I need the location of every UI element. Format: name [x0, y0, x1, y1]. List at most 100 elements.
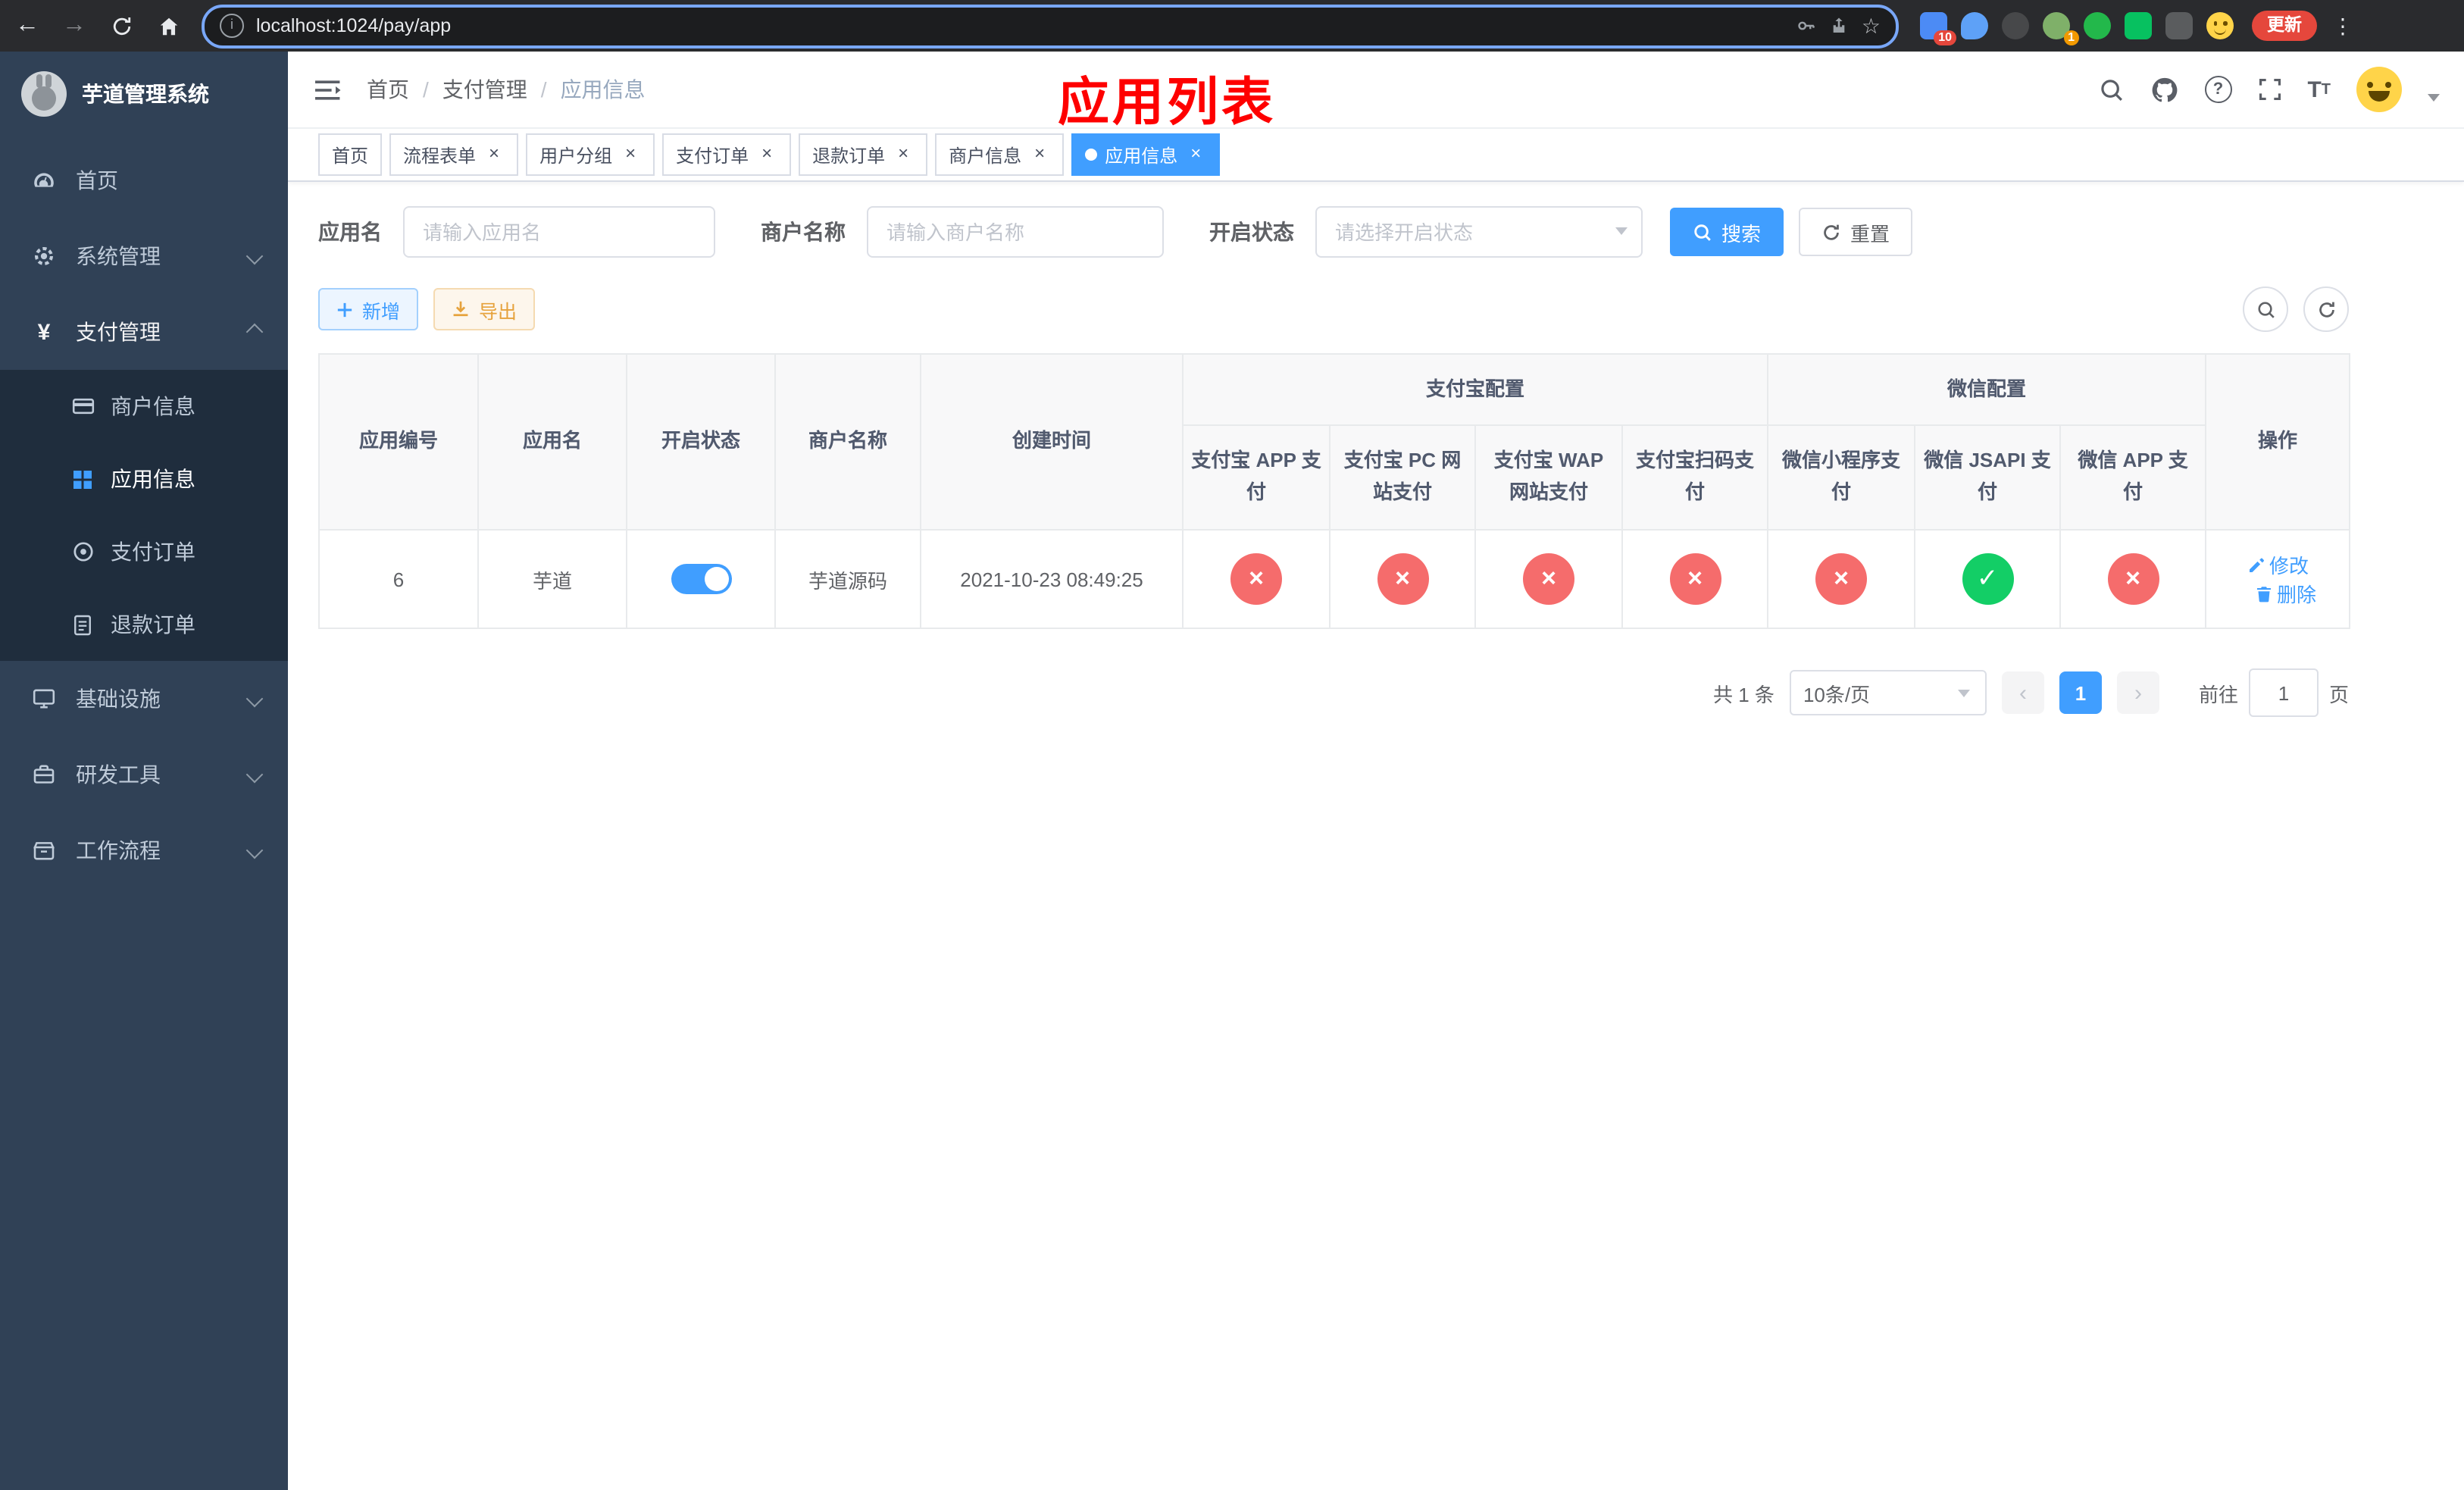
tab-close-icon[interactable] [620, 144, 641, 165]
config-disabled-icon [1523, 553, 1574, 605]
breadcrumb-separator: / [423, 77, 429, 102]
refresh-icon[interactable] [102, 6, 141, 45]
app-name-input[interactable] [403, 206, 715, 258]
config-disabled-icon [2107, 553, 2159, 605]
password-key-icon[interactable] [1796, 15, 1818, 36]
tab-close-icon[interactable] [483, 144, 505, 165]
sidebar-item-refund-orders[interactable]: 退款订单 [0, 588, 288, 661]
share-icon[interactable] [1830, 15, 1850, 36]
status-select-input[interactable] [1315, 206, 1643, 258]
chevron-down-icon [245, 765, 264, 784]
extension-dark-icon[interactable] [2002, 12, 2029, 39]
page-number-button[interactable]: 1 [2059, 671, 2102, 714]
cell-alipay-wap [1474, 529, 1623, 629]
sidebar-item-app-info[interactable]: 应用信息 [0, 443, 288, 515]
tab-user-group[interactable]: 用户分组 [526, 133, 655, 176]
user-avatar[interactable] [2356, 67, 2402, 112]
tab-close-icon[interactable] [893, 144, 914, 165]
extension-avatar-icon[interactable]: 1 [2043, 12, 2079, 45]
sidebar-item-workflow[interactable]: 工作流程 [0, 812, 288, 888]
tab-close-icon[interactable] [756, 144, 777, 165]
page-content: 应用名 商户名称 开启状态 搜索 重置 [288, 182, 2379, 717]
breadcrumb-payment[interactable]: 支付管理 [442, 74, 527, 105]
github-icon[interactable] [2150, 75, 2178, 104]
group-header-wechat: 微信配置 [1767, 353, 2207, 426]
sidebar-item-infrastructure[interactable]: 基础设施 [0, 661, 288, 737]
col-header-status: 开启状态 [626, 353, 776, 531]
breadcrumb-home[interactable]: 首页 [367, 74, 409, 105]
site-info-icon[interactable]: i [220, 14, 244, 38]
url-text[interactable]: localhost:1024/pay/app [256, 15, 1784, 36]
extension-chat-icon[interactable] [2125, 12, 2152, 39]
table-row: 6 芋道 芋道源码 2021-10-23 08:49:25 × × × × × … [318, 529, 2351, 629]
refresh-table-icon[interactable] [2303, 286, 2349, 332]
tab-close-icon[interactable] [1185, 144, 1206, 165]
tab-label: 流程表单 [403, 145, 477, 166]
cell-app-name: 芋道 [477, 529, 627, 629]
extension-emoji-icon[interactable] [2206, 12, 2234, 39]
tab-label: 支付订单 [676, 145, 749, 166]
filter-form: 应用名 商户名称 开启状态 搜索 重置 [318, 206, 2379, 258]
tab-merchant-info[interactable]: 商户信息 [935, 133, 1065, 176]
export-button[interactable]: 导出 [433, 288, 536, 330]
fullscreen-icon[interactable] [2257, 77, 2281, 102]
address-bar[interactable]: i localhost:1024/pay/app ☆ [202, 4, 1899, 48]
chrome-update-button[interactable]: 更新 [2252, 11, 2317, 41]
tab-close-icon[interactable] [1029, 144, 1050, 165]
bookmark-star-icon[interactable]: ☆ [1862, 13, 1881, 39]
help-icon[interactable]: ? [2204, 76, 2232, 103]
app-title: 芋道管理系统 [82, 82, 209, 106]
col-header-app-name: 应用名 [477, 353, 627, 531]
sidebar-item-system[interactable]: 系统管理 [0, 218, 288, 294]
status-toggle[interactable] [671, 564, 731, 594]
sidebar-item-label: 应用信息 [111, 467, 195, 491]
toolbox-icon [30, 762, 58, 787]
page-size-select[interactable]: 10条/页 [1789, 670, 1987, 715]
cell-wechat-app [2059, 529, 2207, 629]
back-icon[interactable]: ← [8, 6, 47, 45]
sidebar-item-payment[interactable]: ¥ 支付管理 [0, 294, 288, 370]
sidebar-item-home[interactable]: 首页 [0, 142, 288, 218]
config-disabled-icon [1815, 553, 1868, 605]
search-button[interactable]: 搜索 [1670, 208, 1784, 256]
tab-process-form[interactable]: 流程表单 [389, 133, 519, 176]
payment-submenu: 商户信息 应用信息 支付订单 退款订单 [0, 370, 288, 661]
goto-page-input[interactable] [2248, 668, 2319, 717]
sidebar-item-label: 研发工具 [76, 762, 161, 787]
col-header-wechat-mini: 微信小程序支付 [1767, 424, 1916, 531]
sidebar-item-payment-orders[interactable]: 支付订单 [0, 515, 288, 588]
next-page-button[interactable]: › [2116, 671, 2159, 714]
extension-drop-icon[interactable] [1961, 12, 1988, 39]
home-icon[interactable] [149, 6, 188, 45]
toggle-search-icon[interactable] [2243, 286, 2288, 332]
status-select[interactable] [1315, 206, 1643, 258]
tab-payment-orders[interactable]: 支付订单 [662, 133, 792, 176]
add-button[interactable]: 新增 [318, 288, 419, 330]
edit-button[interactable]: 修改 [2247, 550, 2309, 579]
merchant-name-input[interactable] [867, 206, 1164, 258]
tab-app-info[interactable]: 应用信息 [1071, 133, 1221, 176]
delete-button[interactable]: 删除 [2254, 579, 2316, 608]
extension-grid-icon[interactable]: 10 [1920, 12, 1956, 45]
forward-icon[interactable]: → [55, 6, 94, 45]
app-logo-row[interactable]: 芋道管理系统 [0, 52, 288, 136]
sidebar: 芋道管理系统 首页 系统管理 ¥ 支付管理 商户信息 应用信息 支付订单 退款订… [0, 52, 288, 1490]
browser-menu-icon[interactable]: ⋮ [2332, 13, 2353, 39]
search-icon[interactable] [2098, 77, 2124, 102]
cell-wechat-jsapi [1914, 529, 2062, 629]
extension-green-circle-icon[interactable] [2084, 12, 2111, 39]
sidebar-menu: 首页 系统管理 ¥ 支付管理 商户信息 应用信息 支付订单 退款订单 基础设施 … [0, 142, 288, 888]
extension-puzzle-icon[interactable] [2165, 12, 2193, 39]
avatar-caret-icon[interactable] [2428, 93, 2440, 107]
font-size-icon[interactable]: TT [2307, 77, 2331, 102]
sidebar-item-merchant-info[interactable]: 商户信息 [0, 370, 288, 443]
sidebar-item-devtools[interactable]: 研发工具 [0, 737, 288, 812]
reset-button[interactable]: 重置 [1799, 208, 1913, 256]
tab-home[interactable]: 首页 [318, 133, 383, 176]
prev-page-button[interactable]: ‹ [2001, 671, 2044, 714]
hamburger-icon[interactable] [315, 78, 342, 101]
col-header-alipay-app: 支付宝 APP 支付 [1182, 424, 1330, 531]
toolbar-right [2243, 286, 2349, 332]
tab-refund-orders[interactable]: 退款订单 [799, 133, 928, 176]
sidebar-item-label: 支付管理 [76, 320, 161, 344]
